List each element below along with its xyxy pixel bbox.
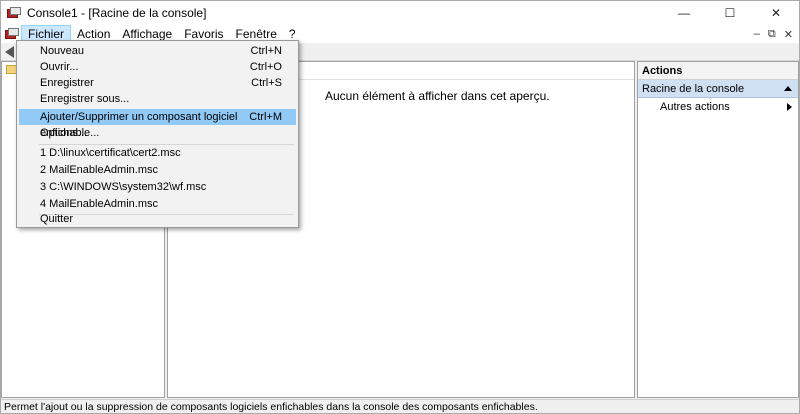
fichier-dropdown-menu: Nouveau Ctrl+N Ouvrir... Ctrl+O Enregist… (16, 40, 299, 228)
collapse-up-icon[interactable] (784, 86, 792, 91)
actions-item-autres-actions[interactable]: Autres actions (638, 98, 798, 116)
menu-item-recent-3[interactable]: 3 C:\WINDOWS\system32\wf.msc (19, 179, 296, 195)
back-arrow-icon[interactable] (5, 46, 14, 58)
menu-item-nouveau[interactable]: Nouveau Ctrl+N (19, 43, 296, 59)
actions-section-label: Racine de la console (642, 83, 745, 95)
status-bar: Permet l'ajout ou la suppression de comp… (1, 399, 799, 413)
mdi-restore-button[interactable]: ⧉ (768, 28, 776, 41)
empty-message: Aucun élément à afficher dans cet aperçu… (325, 89, 550, 103)
window-controls: — ☐ ✕ (661, 1, 799, 25)
mmc-app-icon (7, 7, 21, 19)
menu-item-ajouter-supprimer-composant[interactable]: Ajouter/Supprimer un composant logiciel … (19, 109, 296, 139)
mdi-close-button[interactable]: ✕ (784, 28, 793, 41)
menu-item-recent-4[interactable]: 4 MailEnableAdmin.msc (19, 196, 296, 212)
close-button[interactable]: ✕ (753, 1, 799, 25)
menu-item-ouvrir[interactable]: Ouvrir... Ctrl+O (19, 59, 296, 75)
mdi-controls: – ⧉ ✕ (754, 25, 793, 43)
menu-item-enregistrer-sous[interactable]: Enregistrer sous... (19, 91, 296, 107)
actions-section-racine[interactable]: Racine de la console (638, 80, 798, 98)
actions-pane: Actions Racine de la console Autres acti… (637, 61, 799, 398)
window-title: Console1 - [Racine de la console] (27, 6, 207, 20)
mdi-minimize-button[interactable]: – (754, 28, 760, 40)
submenu-arrow-icon (787, 103, 792, 111)
menu-item-options[interactable]: Options... (19, 125, 296, 141)
maximize-button[interactable]: ☐ (707, 1, 753, 25)
minimize-button[interactable]: — (661, 1, 707, 25)
title-bar[interactable]: Console1 - [Racine de la console] — ☐ ✕ (1, 1, 799, 25)
actions-header: Actions (638, 62, 798, 80)
actions-item-label: Autres actions (660, 101, 730, 113)
menu-item-recent-2[interactable]: 2 MailEnableAdmin.msc (19, 162, 296, 178)
mmc-window: Console1 - [Racine de la console] — ☐ ✕ … (0, 0, 800, 414)
menu-item-quitter[interactable]: Quitter (19, 211, 296, 227)
menu-item-recent-1[interactable]: 1 D:\linux\certificat\cert2.msc (19, 145, 296, 161)
console-menu-icon[interactable] (5, 28, 19, 40)
menu-item-enregistrer[interactable]: Enregistrer Ctrl+S (19, 75, 296, 91)
